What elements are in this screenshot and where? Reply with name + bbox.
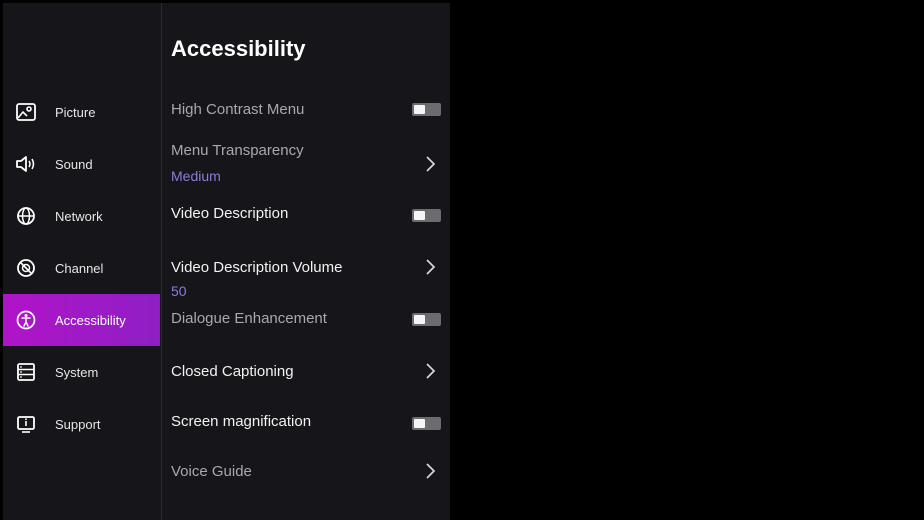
sidebar-item-label: Network	[55, 208, 103, 224]
setting-video-description-volume[interactable]: Video Description Volume 50	[171, 257, 450, 301]
picture-icon	[15, 101, 37, 123]
sidebar-item-picture[interactable]: Picture	[3, 86, 160, 138]
sidebar-item-sound[interactable]: Sound	[3, 138, 160, 190]
channel-icon	[15, 257, 37, 279]
setting-label: Closed Captioning	[171, 363, 294, 380]
accessibility-icon	[15, 309, 37, 331]
sidebar-item-label: Picture	[55, 104, 96, 120]
toggle-switch[interactable]	[412, 209, 441, 222]
setting-voice-guide[interactable]: Voice Guide	[171, 461, 450, 487]
setting-high-contrast-menu[interactable]: High Contrast Menu	[171, 99, 450, 125]
chevron-right-icon	[426, 156, 436, 172]
sidebar-item-label: Accessibility	[55, 312, 126, 328]
setting-label: Video Description Volume	[171, 259, 343, 276]
sidebar-item-system[interactable]: System	[3, 346, 160, 398]
support-icon	[15, 413, 37, 435]
main-content: Accessibility High Contrast Menu Menu Tr…	[161, 3, 450, 520]
speaker-icon	[15, 153, 37, 175]
sidebar-item-label: Channel	[55, 260, 104, 276]
chevron-right-icon	[426, 463, 436, 479]
toggle-switch[interactable]	[412, 103, 441, 116]
toggle-knob	[414, 105, 425, 114]
chevron-right-icon	[426, 363, 436, 379]
toggle-switch[interactable]	[412, 417, 441, 430]
system-icon	[15, 361, 37, 383]
sidebar-item-accessibility[interactable]: Accessibility	[3, 294, 160, 346]
chevron-right-icon	[426, 259, 436, 275]
setting-label: Screen magnification	[171, 413, 312, 430]
sidebar-item-support[interactable]: Support	[3, 398, 160, 450]
setting-menu-transparency[interactable]: Menu Transparency Medium	[171, 140, 450, 186]
setting-label: Menu Transparency	[171, 142, 304, 159]
setting-closed-captioning[interactable]: Closed Captioning	[171, 361, 450, 387]
sidebar-item-label: System	[55, 364, 99, 380]
setting-label: High Contrast Menu	[171, 101, 305, 118]
setting-dialogue-enhancement[interactable]: Dialogue Enhancement	[171, 308, 450, 334]
sidebar-item-label: Support	[55, 416, 101, 432]
sidebar-item-network[interactable]: Network	[3, 190, 160, 242]
toggle-switch[interactable]	[412, 313, 441, 326]
toggle-knob	[414, 315, 425, 324]
sidebar-item-label: Sound	[55, 156, 93, 172]
setting-video-description[interactable]: Video Description	[171, 203, 450, 229]
setting-label: Dialogue Enhancement	[171, 310, 327, 327]
setting-screen-magnification[interactable]: Screen magnification	[171, 411, 450, 437]
sidebar-item-channel[interactable]: Channel	[3, 242, 160, 294]
setting-label: Voice Guide	[171, 463, 252, 480]
toggle-knob	[414, 419, 425, 428]
setting-value: Medium	[171, 168, 221, 184]
toggle-knob	[414, 211, 425, 220]
globe-icon	[15, 205, 37, 227]
setting-value: 50	[171, 283, 187, 299]
settings-panel: Picture Sound Network Channel Accessibil	[3, 3, 450, 520]
sidebar: Picture Sound Network Channel Accessibil	[3, 3, 162, 520]
page-title: Accessibility	[171, 36, 306, 61]
setting-label: Video Description	[171, 205, 289, 222]
